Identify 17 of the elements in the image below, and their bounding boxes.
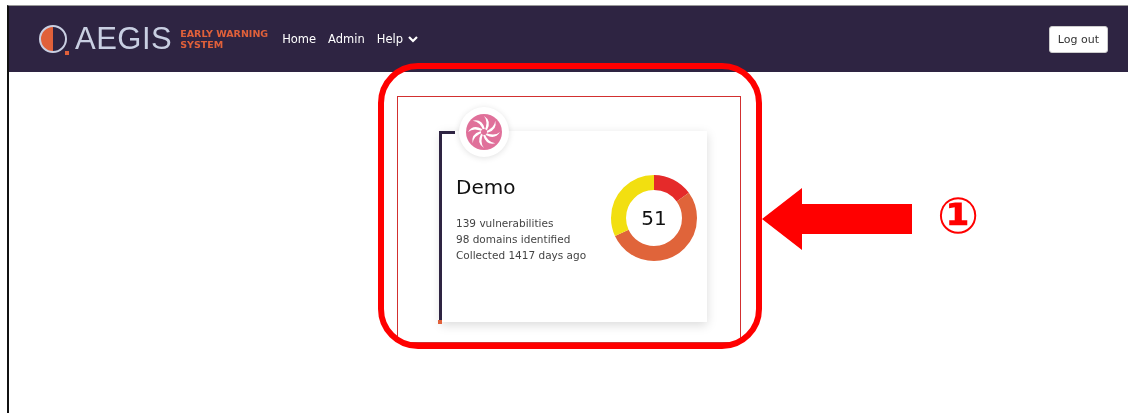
logout-button[interactable]: Log out (1048, 25, 1108, 53)
chevron-icon (408, 35, 418, 43)
nav-link[interactable]: Admin (328, 32, 365, 46)
nav-link[interactable]: Home (282, 32, 317, 46)
project-stat: 98 domains identified (456, 232, 572, 247)
brand-tagline: SYSTEM (180, 39, 225, 50)
brand-tagline: EARLY WARNING (180, 28, 269, 39)
score-value: 51 (640, 206, 668, 230)
nav-dropdown[interactable]: Help (376, 32, 418, 46)
brand-name: AEGIS (75, 21, 173, 57)
project-stat: 139 vulnerabilities (456, 216, 555, 231)
project-stat: Collected 1417 days ago (456, 248, 588, 263)
swirl-icon (465, 113, 503, 151)
project-title: Demo (456, 175, 517, 199)
callout-number: ① (937, 186, 980, 246)
logo-icon (37, 22, 71, 56)
arrow-icon (760, 186, 914, 252)
